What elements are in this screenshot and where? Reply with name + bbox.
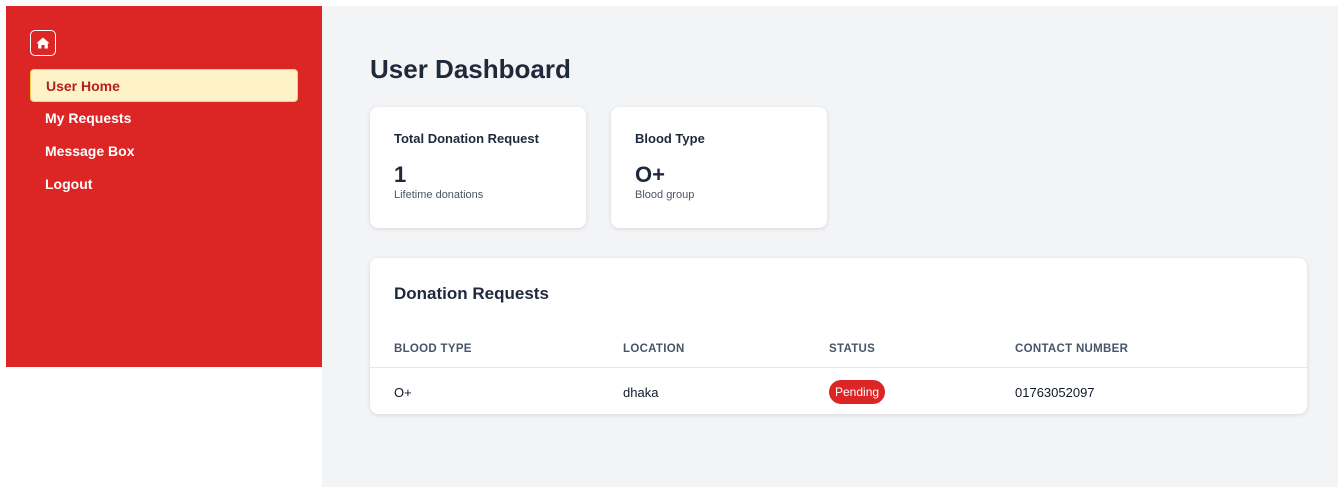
stat-card-total-requests: Total Donation Request 1 Lifetime donati… (370, 107, 586, 228)
table-row: O+ dhaka Pending 01763052097 (370, 367, 1307, 417)
column-header-blood-type: BLOOD TYPE (370, 331, 623, 368)
donation-requests-card: Donation Requests BLOOD TYPE LOCATION ST… (370, 258, 1307, 414)
stat-label: Blood Type (635, 131, 705, 146)
sidebar-item-message-box[interactable]: Message Box (30, 135, 298, 168)
stat-label: Total Donation Request (394, 131, 539, 146)
donation-requests-table: BLOOD TYPE LOCATION STATUS CONTACT NUMBE… (370, 331, 1307, 417)
sidebar-item-label: User Home (46, 78, 120, 94)
home-button[interactable] (30, 30, 56, 56)
sidebar-item-label: My Requests (45, 110, 132, 126)
sidebar: User Home My Requests Message Box Logout (6, 6, 322, 367)
stat-subtext: Lifetime donations (394, 189, 484, 201)
sidebar-item-user-home[interactable]: User Home (30, 69, 298, 102)
cell-location: dhaka (623, 384, 659, 400)
page-title: User Dashboard (370, 54, 571, 84)
home-icon (36, 37, 50, 49)
sidebar-item-label: Logout (45, 176, 93, 192)
sidebar-item-my-requests[interactable]: My Requests (30, 102, 298, 135)
cell-status: Pending (829, 367, 1015, 417)
table-header-row: BLOOD TYPE LOCATION STATUS CONTACT NUMBE… (370, 331, 1307, 368)
column-header-contact-number: CONTACT NUMBER (1015, 331, 1307, 368)
status-badge: Pending (829, 380, 886, 405)
stat-value: 1 (394, 162, 407, 187)
column-header-status: STATUS (829, 331, 1015, 368)
stat-card-blood-type: Blood Type O+ Blood group (611, 107, 827, 228)
cell-blood-type: O+ (394, 384, 412, 400)
column-header-location: LOCATION (623, 331, 829, 368)
stat-subtext: Blood group (635, 189, 695, 201)
table-title: Donation Requests (394, 284, 549, 303)
sidebar-nav: User Home My Requests Message Box Logout (30, 69, 298, 201)
main-content: User Dashboard Total Donation Request 1 … (322, 6, 1338, 487)
stat-value: O+ (635, 162, 665, 187)
cell-contact-number: 01763052097 (1015, 384, 1095, 400)
sidebar-item-logout[interactable]: Logout (30, 168, 298, 201)
sidebar-item-label: Message Box (45, 143, 135, 159)
